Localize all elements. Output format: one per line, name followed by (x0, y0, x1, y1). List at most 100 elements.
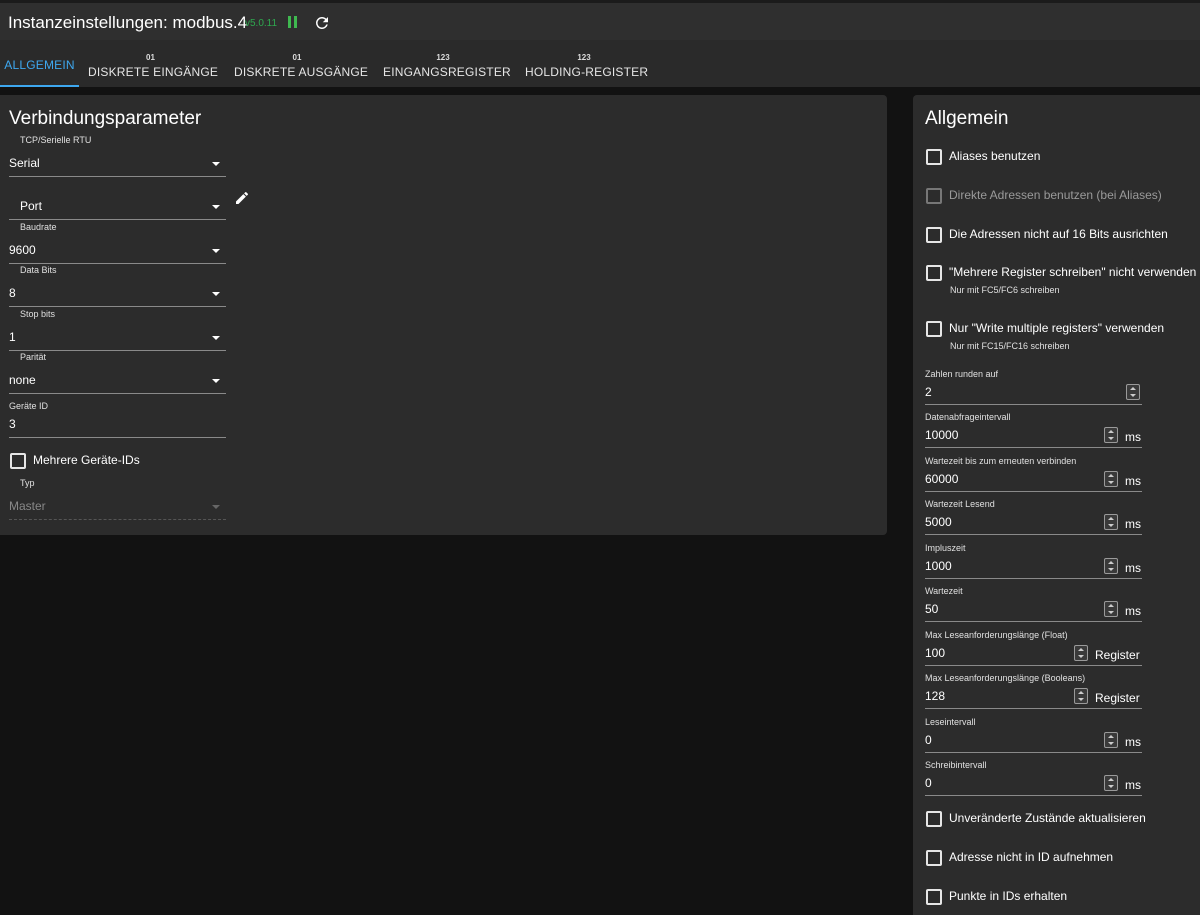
readtimeout-label: Wartezeit Lesend (925, 499, 995, 509)
tab-label: DISKRETE EINGÄNGE (88, 65, 219, 79)
deviceid-label: Geräte ID (9, 401, 49, 411)
databits-value: 8 (9, 286, 16, 300)
no-align-label: Die Adressen nicht auf 16 Bits ausrichte… (949, 227, 1168, 241)
parity-label: Parität (20, 352, 47, 362)
general-title: Allgemein (925, 108, 1009, 129)
tab-allgemein[interactable]: ALLGEMEIN (0, 40, 79, 87)
stepper-icon[interactable] (1104, 775, 1118, 791)
direct-addresses-label: Direkte Adressen benutzen (bei Aliases) (949, 188, 1162, 202)
refresh-icon[interactable] (313, 14, 331, 32)
connection-title: Verbindungsparameter (9, 108, 202, 129)
mode-value: Serial (9, 156, 40, 170)
stepper-icon[interactable] (1104, 471, 1118, 487)
stopbits-select[interactable]: 1 (9, 325, 226, 351)
only-write-multi-helper: Nur mit FC15/FC16 schreiben (950, 341, 1070, 351)
poll-label: Datenabfrageintervall (925, 412, 1011, 422)
tab-holding-register[interactable]: 123 HOLDING-REGISTER (525, 40, 649, 87)
poll-unit: ms (1125, 430, 1141, 444)
chevron-down-icon (212, 505, 220, 509)
multi-ids-label: Mehrere Geräte-IDs (33, 453, 140, 467)
readtimeout-input[interactable]: 5000 (925, 510, 1142, 535)
databits-select[interactable]: 8 (9, 281, 226, 307)
type-select: Master (9, 494, 226, 520)
round-value: 2 (925, 385, 932, 399)
general-card: Allgemein Aliases benutzen Direkte Adres… (913, 95, 1200, 915)
no-address-in-id-checkbox[interactable] (926, 850, 942, 866)
mode-select[interactable]: Serial (9, 151, 226, 177)
wait-label: Wartezeit (925, 586, 963, 596)
tab-diskrete-eingaenge[interactable]: 01 DISKRETE EINGÄNGE (88, 40, 219, 87)
keep-dots-checkbox[interactable] (926, 889, 942, 905)
pulse-input[interactable]: 1000 (925, 554, 1142, 579)
chevron-down-icon (212, 336, 220, 340)
chevron-down-icon (212, 205, 220, 209)
readtimeout-value: 5000 (925, 515, 952, 529)
tab-label: EINGANGSREGISTER (383, 65, 511, 79)
tab-bar: ALLGEMEIN 01 DISKRETE EINGÄNGE 01 DISKRE… (0, 40, 1200, 87)
stepper-icon[interactable] (1126, 384, 1140, 400)
tab-diskrete-ausgaenge[interactable]: 01 DISKRETE AUSGÄNGE (234, 40, 369, 87)
maxfloat-label: Max Leseanforderungslänge (Float) (925, 630, 1068, 640)
no-multi-write-helper: Nur mit FC5/FC6 schreiben (950, 285, 1060, 295)
pencil-icon[interactable] (234, 190, 250, 206)
deviceid-field[interactable]: 3 (9, 412, 226, 438)
multi-ids-checkbox[interactable] (10, 453, 26, 469)
stepper-icon[interactable] (1104, 427, 1118, 443)
mode-label: TCP/Serielle RTU (20, 135, 92, 145)
stepper-icon[interactable] (1074, 688, 1088, 704)
tab-badge: 01 (292, 53, 302, 62)
page-title: Instanzeinstellungen: modbus.4 (8, 13, 248, 32)
readint-unit: ms (1125, 735, 1141, 749)
tab-label: HOLDING-REGISTER (525, 65, 649, 79)
wait-unit: ms (1125, 604, 1141, 618)
writeint-input[interactable]: 0 (925, 771, 1142, 796)
only-write-multi-label: Nur "Write multiple registers" verwenden (949, 321, 1165, 335)
baud-value: 9600 (9, 243, 36, 257)
stopbits-value: 1 (9, 330, 16, 344)
type-value: Master (9, 499, 46, 513)
maxbool-label: Max Leseanforderungslänge (Booleans) (925, 673, 1086, 683)
pause-icon[interactable] (288, 16, 300, 30)
no-multi-write-checkbox[interactable] (926, 265, 942, 281)
chevron-down-icon (212, 379, 220, 383)
reconnect-unit: ms (1125, 474, 1141, 488)
use-aliases-label: Aliases benutzen (949, 149, 1041, 163)
pulse-label: Impluszeit (925, 543, 966, 553)
use-aliases-checkbox[interactable] (926, 149, 942, 165)
no-align-checkbox[interactable] (926, 227, 942, 243)
update-unchanged-checkbox[interactable] (926, 811, 942, 827)
tab-badge: 123 (436, 53, 450, 62)
tab-active-indicator (0, 85, 79, 87)
update-unchanged-label: Unveränderte Zustände aktualisieren (949, 811, 1146, 825)
parity-select[interactable]: none (9, 368, 226, 394)
maxbool-unit: Register (1095, 691, 1140, 705)
stepper-icon[interactable] (1074, 645, 1088, 661)
writeint-unit: ms (1125, 778, 1141, 792)
tab-eingangsregister[interactable]: 123 EINGANGSREGISTER (383, 40, 511, 87)
stepper-icon[interactable] (1104, 514, 1118, 530)
only-write-multi-checkbox[interactable] (926, 321, 942, 337)
readint-value: 0 (925, 733, 932, 747)
pulse-unit: ms (1125, 561, 1141, 575)
tab-badge: 01 (146, 53, 155, 62)
reconnect-input[interactable]: 60000 (925, 467, 1142, 492)
deviceid-value: 3 (9, 417, 16, 431)
tab-badge: 123 (577, 53, 591, 62)
readint-label: Leseintervall (925, 717, 976, 727)
stopbits-label: Stop bits (20, 309, 56, 319)
stepper-icon[interactable] (1104, 732, 1118, 748)
keep-dots-label: Punkte in IDs erhalten (949, 889, 1068, 903)
baud-select[interactable]: 9600 (9, 238, 226, 264)
connection-card: Verbindungsparameter TCP/Serielle RTU Se… (0, 95, 887, 535)
tab-label: DISKRETE AUSGÄNGE (234, 65, 369, 79)
maxbool-value: 128 (925, 689, 946, 703)
stepper-icon[interactable] (1104, 601, 1118, 617)
stepper-icon[interactable] (1104, 558, 1118, 574)
readint-input[interactable]: 0 (925, 728, 1142, 753)
port-select[interactable]: Port (9, 193, 226, 220)
round-input[interactable]: 2 (925, 380, 1142, 405)
pulse-value: 1000 (925, 559, 952, 573)
wait-input[interactable]: 50 (925, 597, 1142, 622)
round-label: Zahlen runden auf (925, 369, 999, 379)
poll-input[interactable]: 10000 (925, 423, 1142, 448)
